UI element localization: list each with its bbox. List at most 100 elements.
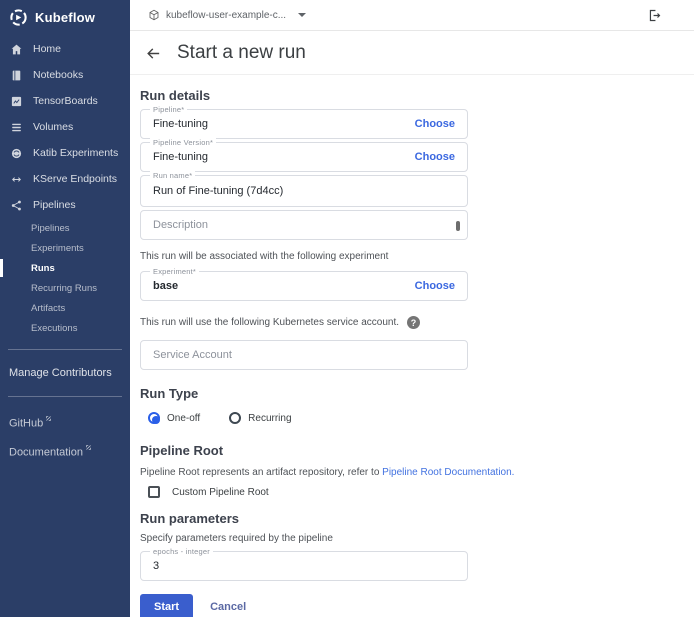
namespace-cube-icon — [148, 9, 160, 21]
sidebar: Kubeflow Home Notebooks TensorBoards Vol — [0, 0, 130, 617]
pipeline-version-choose-button[interactable]: Choose — [415, 151, 455, 163]
sidebar-item-label: Volumes — [33, 121, 73, 133]
sidebar-subitem-recurring-runs[interactable]: Recurring Runs — [0, 278, 130, 298]
sidebar-item-tensorboards[interactable]: TensorBoards — [0, 88, 130, 114]
run-type-radio-group: One-off Recurring — [148, 412, 468, 424]
page-title: Start a new run — [177, 42, 306, 64]
experiment-choose-button[interactable]: Choose — [415, 280, 455, 292]
start-button[interactable]: Start — [140, 594, 193, 617]
sidebar-item-kserve-endpoints[interactable]: KServe Endpoints — [0, 166, 130, 192]
notebook-icon — [10, 69, 23, 82]
pipeline-choose-button[interactable]: Choose — [415, 118, 455, 130]
sidebar-item-pipelines[interactable]: Pipelines — [0, 192, 130, 218]
topbar: kubeflow-user-example-c... — [130, 0, 694, 31]
sidebar-item-label: Home — [33, 43, 61, 55]
service-account-note-text: This run will use the following Kubernet… — [140, 317, 399, 328]
sidebar-divider — [8, 396, 122, 397]
page-header: Start a new run — [130, 31, 694, 75]
pipeline-version-field-value: Fine-tuning — [153, 151, 415, 163]
one-off-radio-label: One-off — [167, 413, 200, 424]
epochs-field: epochs - integer — [140, 551, 468, 581]
sidebar-subitem-executions[interactable]: Executions — [0, 318, 130, 338]
sidebar-item-manage-contributors[interactable]: Manage Contributors — [0, 361, 130, 385]
pipeline-root-text: Pipeline Root represents an artifact rep… — [140, 467, 382, 478]
sidebar-item-home[interactable]: Home — [0, 36, 130, 62]
description-field — [140, 210, 468, 240]
main-area: kubeflow-user-example-c... Start a new r… — [130, 0, 694, 617]
app-title: Kubeflow — [35, 10, 95, 25]
pipeline-field[interactable]: Pipeline* Fine-tuning Choose — [140, 109, 468, 139]
external-link-icon — [45, 415, 52, 422]
sidebar-item-label: Katib Experiments — [33, 147, 118, 159]
github-link-label: GitHub — [9, 418, 43, 430]
kubeflow-logo-icon — [9, 8, 28, 27]
run-name-field: Run name* — [140, 175, 468, 207]
sidebar-link-github[interactable]: GitHub — [0, 408, 130, 437]
experiment-note: This run will be associated with the fol… — [140, 251, 468, 262]
recurring-radio-label: Recurring — [248, 413, 291, 424]
back-button[interactable] — [145, 45, 162, 62]
sidebar-link-documentation[interactable]: Documentation — [0, 437, 130, 466]
section-heading-pipeline-root: Pipeline Root — [140, 443, 468, 458]
custom-pipeline-root-checkbox[interactable] — [148, 486, 160, 498]
description-input[interactable] — [153, 219, 455, 231]
sidebar-subitem-experiments[interactable]: Experiments — [0, 238, 130, 258]
pipeline-root-doc-link[interactable]: Pipeline Root Documentation. — [382, 467, 514, 478]
experiment-field[interactable]: Experiment* base Choose — [140, 271, 468, 301]
chevron-down-icon — [298, 13, 306, 17]
external-link-icon — [85, 444, 92, 451]
sidebar-item-label: Notebooks — [33, 69, 83, 81]
kubeflow-logo[interactable]: Kubeflow — [0, 0, 130, 36]
namespace-selector[interactable]: kubeflow-user-example-c... — [148, 9, 306, 21]
pipeline-version-field[interactable]: Pipeline Version* Fine-tuning Choose — [140, 142, 468, 172]
section-heading-run-parameters: Run parameters — [140, 511, 468, 526]
section-heading-run-type: Run Type — [140, 386, 468, 401]
kubeflow-app: Kubeflow Home Notebooks TensorBoards Vol — [0, 0, 694, 617]
sidebar-subitem-artifacts[interactable]: Artifacts — [0, 298, 130, 318]
volumes-icon — [10, 121, 23, 134]
custom-pipeline-root-label: Custom Pipeline Root — [172, 487, 269, 498]
back-arrow-icon — [145, 45, 162, 62]
pipeline-root-description: Pipeline Root represents an artifact rep… — [140, 467, 560, 478]
sidebar-item-katib-experiments[interactable]: Katib Experiments — [0, 140, 130, 166]
experiment-field-value: base — [153, 280, 415, 292]
katib-icon — [10, 147, 23, 160]
custom-pipeline-root-row: Custom Pipeline Root — [148, 486, 468, 498]
run-parameters-subtext: Specify parameters required by the pipel… — [140, 533, 468, 544]
home-icon — [10, 43, 23, 56]
service-account-field — [140, 340, 468, 370]
run-name-input[interactable] — [153, 185, 455, 197]
run-form: Run details Pipeline* Fine-tuning Choose… — [130, 75, 694, 617]
sidebar-subitem-runs[interactable]: Runs — [0, 258, 130, 278]
service-account-input[interactable] — [153, 349, 455, 361]
epochs-input[interactable] — [153, 560, 455, 572]
logout-button[interactable] — [647, 8, 662, 23]
documentation-link-label: Documentation — [9, 446, 83, 458]
namespace-label: kubeflow-user-example-c... — [166, 10, 286, 21]
run-name-field-label: Run name* — [150, 171, 195, 180]
service-account-note: This run will use the following Kubernet… — [140, 316, 468, 329]
form-actions: Start Cancel — [140, 594, 468, 617]
recurring-radio[interactable] — [229, 412, 241, 424]
logout-icon — [647, 8, 662, 23]
sidebar-item-volumes[interactable]: Volumes — [0, 114, 130, 140]
epochs-field-label: epochs - integer — [150, 547, 213, 556]
sidebar-item-label: KServe Endpoints — [33, 173, 117, 185]
cancel-button[interactable]: Cancel — [210, 601, 246, 613]
sidebar-item-label: Pipelines — [33, 199, 76, 211]
sidebar-item-label: TensorBoards — [33, 95, 98, 107]
experiment-field-label: Experiment* — [150, 267, 199, 276]
one-off-radio[interactable] — [148, 412, 160, 424]
pipeline-version-field-label: Pipeline Version* — [150, 138, 216, 147]
kserve-icon — [10, 173, 23, 186]
section-heading-run-details: Run details — [140, 88, 468, 103]
sidebar-subitem-pipelines[interactable]: Pipelines — [0, 218, 130, 238]
tensorboard-icon — [10, 95, 23, 108]
resize-handle[interactable] — [456, 221, 460, 231]
pipelines-icon — [10, 199, 23, 212]
pipeline-field-label: Pipeline* — [150, 105, 187, 114]
pipeline-field-value: Fine-tuning — [153, 118, 415, 130]
sidebar-item-notebooks[interactable]: Notebooks — [0, 62, 130, 88]
help-icon[interactable]: ? — [407, 316, 420, 329]
sidebar-divider — [8, 349, 122, 350]
